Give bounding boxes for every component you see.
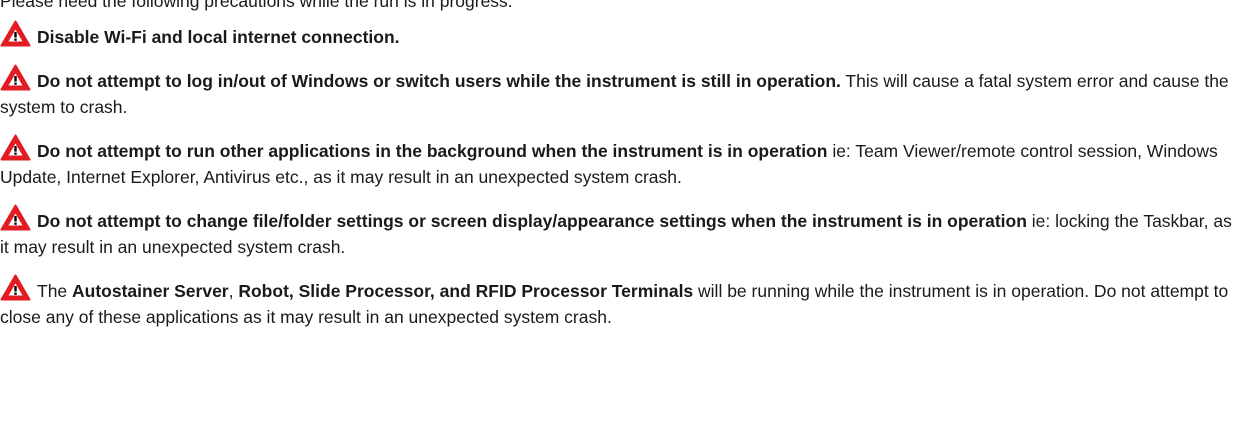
warning-triangle-icon [0,20,31,47]
warning-item: Do not attempt to change file/folder set… [0,204,1240,260]
warning-item: Disable Wi-Fi and local internet connect… [0,20,1240,50]
intro-text: Please heed the following precautions wh… [0,0,513,11]
warning-bold-text: Do not attempt to change file/folder set… [37,211,1027,231]
warning-bold-text: Autostainer Server [72,281,229,301]
warning-text: The [37,281,73,301]
warning-bold-text: Robot, Slide Processor, and RFID Process… [238,281,694,301]
warning-item: The Autostainer Server, Robot, Slide Pro… [0,274,1240,330]
warning-item: Do not attempt to log in/out of Windows … [0,64,1240,120]
warning-triangle-icon [0,134,31,161]
warning-text: , [228,281,239,301]
warning-triangle-icon [0,64,31,91]
precautions-document: Please heed the following precautions wh… [0,0,1240,330]
warning-bold-text: Disable Wi-Fi and local internet connect… [37,27,400,47]
warning-triangle-icon [0,274,31,301]
warning-bold-text: Do not attempt to run other applications… [37,141,828,161]
warning-triangle-icon [0,204,31,231]
warning-item: Do not attempt to run other applications… [0,134,1240,190]
warning-bold-text: Do not attempt to log in/out of Windows … [37,71,841,91]
